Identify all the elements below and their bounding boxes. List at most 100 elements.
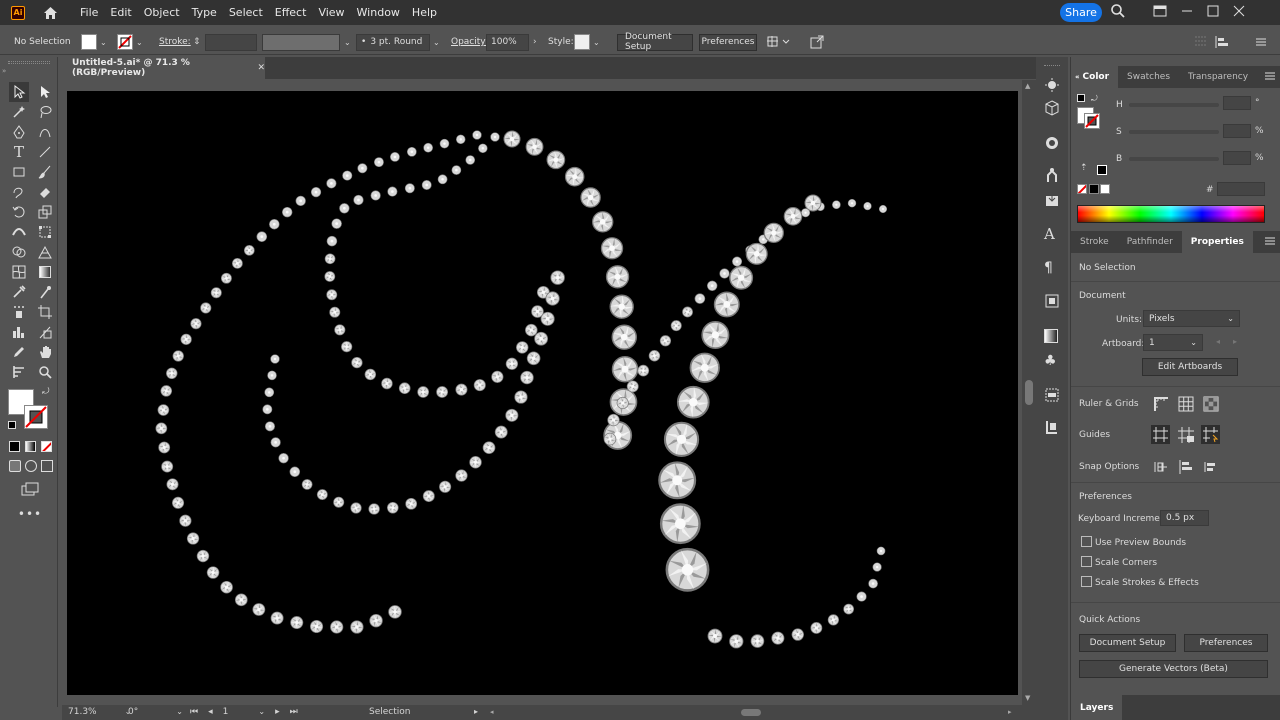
3d-panel-icon[interactable] (1044, 100, 1060, 116)
artboard-dropdown[interactable]: 1 ⌄ (1143, 334, 1203, 351)
saturation-field[interactable] (1223, 124, 1251, 138)
mesh-tool[interactable] (9, 262, 29, 282)
puppet-warp-icon[interactable] (1044, 167, 1060, 183)
show-guides-icon[interactable] (1151, 425, 1170, 444)
quick-document-setup-button[interactable]: Document Setup (1079, 634, 1176, 652)
horizontal-scroll-thumb[interactable] (741, 709, 761, 716)
ruler-icon[interactable] (1153, 396, 1169, 415)
share-button[interactable]: Share (1060, 3, 1102, 22)
saturation-slider[interactable] (1129, 130, 1219, 134)
paragraph-panel-icon[interactable]: ¶ (1044, 260, 1060, 276)
close-tab-icon[interactable]: ✕ (257, 63, 265, 73)
zoom-tool[interactable] (35, 362, 55, 382)
brightness-panel-icon[interactable] (1044, 77, 1060, 93)
pencil-tool[interactable] (9, 342, 29, 362)
transparency-grid-icon[interactable] (1203, 396, 1219, 415)
search-icon[interactable] (1110, 3, 1126, 19)
tab-swatches[interactable]: Swatches (1118, 66, 1179, 88)
draw-behind-icon[interactable] (25, 460, 37, 472)
snap-to-point-icon[interactable] (1153, 459, 1169, 478)
lock-guides-icon[interactable] (1177, 426, 1195, 447)
color-panel-menu-icon[interactable] (1265, 71, 1275, 84)
hand-tool[interactable] (35, 342, 55, 362)
menu-type[interactable]: Type (187, 6, 222, 19)
tab-stroke[interactable]: Stroke (1071, 231, 1118, 253)
selection-tool[interactable] (9, 82, 29, 102)
line-segment-tool[interactable] (35, 142, 55, 162)
stroke-label[interactable]: Stroke: (159, 29, 191, 55)
quick-preferences-button[interactable]: Preferences (1184, 634, 1268, 652)
fill-swatch[interactable]: ⌄ (81, 29, 107, 55)
blend-tool[interactable] (35, 282, 55, 302)
smart-guides-icon[interactable] (1201, 425, 1220, 444)
paintbrush-tool[interactable] (35, 162, 55, 182)
scale-corners-checkbox[interactable] (1081, 556, 1092, 567)
style-swatch[interactable]: ⌄ (574, 29, 600, 55)
scale-strokes-effects-checkbox[interactable] (1081, 576, 1092, 587)
menu-window[interactable]: Window (352, 6, 405, 19)
draw-inside-icon[interactable] (41, 460, 53, 472)
menu-help[interactable]: Help (407, 6, 442, 19)
vertical-scrollbar[interactable]: ▲ ▼ (1022, 80, 1036, 705)
transform-icon[interactable] (766, 29, 790, 55)
artboard-next-icon[interactable]: ▸ (1233, 337, 1237, 346)
fill-stroke-proxy[interactable]: ⤾ (8, 387, 52, 431)
opacity-label[interactable]: Opacity: (451, 29, 488, 55)
gradient-panel-icon[interactable] (1044, 329, 1060, 345)
print-tiling-tool[interactable] (9, 362, 29, 382)
panel-menu-icon[interactable] (1255, 29, 1267, 55)
none-mode-icon[interactable] (41, 441, 52, 452)
column-graph-tool[interactable] (9, 322, 29, 342)
use-preview-bounds-checkbox[interactable] (1081, 536, 1092, 547)
magic-wand-tool[interactable] (9, 102, 29, 122)
default-fill-stroke-icon[interactable] (8, 421, 16, 429)
shaper-tool[interactable] (9, 182, 29, 202)
generate-vectors-button[interactable]: Generate Vectors (Beta) (1079, 660, 1268, 678)
artboard-prev-icon[interactable]: ◂ (1216, 337, 1220, 346)
artboards-panel-icon[interactable] (1044, 293, 1060, 309)
eraser-tool[interactable] (35, 182, 55, 202)
align-left-icon[interactable] (1214, 29, 1232, 55)
eyedropper-tool[interactable] (9, 282, 29, 302)
menu-view[interactable]: View (313, 6, 349, 19)
edit-artboards-button[interactable]: Edit Artboards (1142, 358, 1238, 376)
gradient-tool[interactable] (35, 262, 55, 282)
rhinestone-artwork[interactable] (67, 91, 1018, 695)
opacity-field[interactable]: 100% › (486, 29, 537, 55)
transform-panel-icon[interactable] (1044, 419, 1060, 435)
perspective-grid-tool[interactable] (35, 242, 55, 262)
white-color-swatch[interactable] (1100, 184, 1110, 194)
rectangle-tool[interactable] (9, 162, 29, 182)
free-transform-tool[interactable] (35, 222, 55, 242)
draw-normal-icon[interactable] (9, 460, 21, 472)
color-mode-icon[interactable] (9, 441, 20, 452)
artboard-navigation[interactable]: ⏮ ◂ 1 ⌄ ▸ ⏭ (190, 707, 298, 717)
minimize-icon[interactable] (1180, 3, 1194, 19)
lasso-tool[interactable] (35, 102, 55, 122)
direct-selection-tool[interactable] (35, 82, 55, 102)
swap-fill-stroke-icon[interactable]: ⤾ (42, 387, 50, 397)
restore-icon[interactable] (1206, 3, 1220, 19)
pen-tool[interactable] (9, 122, 29, 142)
menu-file[interactable]: File (75, 6, 103, 19)
menu-edit[interactable]: Edit (105, 6, 136, 19)
brightness-field[interactable] (1223, 151, 1251, 165)
scale-tool[interactable] (35, 202, 55, 222)
menu-effect[interactable]: Effect (270, 6, 312, 19)
rotation-field[interactable]: 0° ⌄ (128, 707, 183, 717)
symbol-sprayer-tool[interactable] (9, 302, 29, 322)
hex-field[interactable] (1217, 182, 1265, 196)
shape-builder-tool[interactable] (9, 242, 29, 262)
document-tab[interactable]: Untitled-5.ai* @ 71.3 % (RGB/Preview) ✕ (62, 57, 265, 79)
grid-icon[interactable] (1178, 396, 1194, 415)
black-color-swatch[interactable] (1089, 184, 1099, 194)
home-icon[interactable] (41, 4, 59, 22)
stroke-weight-stepper[interactable]: ⇕ (193, 29, 201, 55)
web-color-swatch[interactable] (1097, 165, 1107, 175)
arrange-documents-icon[interactable] (1152, 3, 1168, 19)
color-spectrum[interactable] (1077, 205, 1265, 223)
tab-properties[interactable]: Properties (1181, 231, 1253, 253)
character-panel-icon[interactable]: A (1044, 225, 1060, 243)
align-panel-icon[interactable] (1044, 387, 1060, 403)
recolor-icon[interactable] (810, 29, 824, 55)
